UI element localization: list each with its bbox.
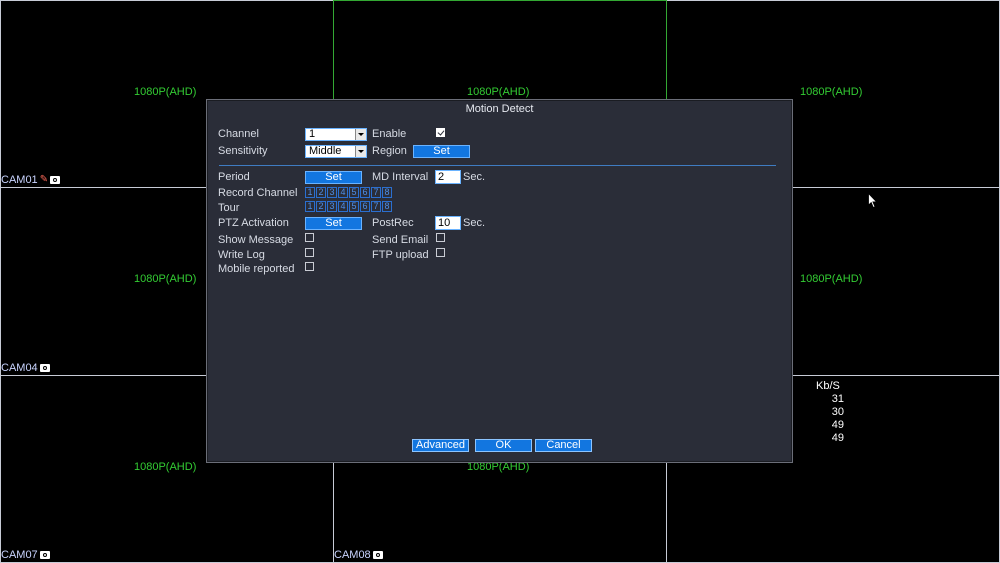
camera-name: CAM07	[1, 549, 50, 561]
bitrate-value: 31	[831, 393, 844, 405]
camera-name-text: CAM01	[1, 174, 38, 186]
record-channel-5[interactable]: 5	[349, 187, 359, 198]
tour-channel-4[interactable]: 4	[338, 201, 348, 212]
ftp-upload-checkbox[interactable]	[436, 248, 445, 257]
camera-resolution: 1080P(AHD)	[134, 273, 197, 285]
tour-channel-6[interactable]: 6	[360, 201, 370, 212]
section-divider	[219, 165, 776, 166]
mouse-cursor-icon	[868, 193, 878, 209]
write-log-checkbox[interactable]	[305, 248, 314, 257]
enable-checkbox[interactable]	[436, 128, 445, 137]
region-label: Region	[372, 145, 407, 157]
chevron-down-icon[interactable]	[355, 146, 366, 157]
record-channel-3[interactable]: 3	[327, 187, 337, 198]
dialog-title: Motion Detect	[465, 103, 534, 115]
period-label: Period	[218, 171, 250, 183]
record-icon	[372, 551, 383, 559]
chevron-down-icon[interactable]	[355, 129, 366, 140]
tour-channel-8[interactable]: 8	[382, 201, 392, 212]
sensitivity-label: Sensitivity	[218, 145, 268, 157]
camera-name-text: CAM07	[1, 549, 38, 561]
show-message-label: Show Message	[218, 234, 294, 246]
ok-button[interactable]: OK	[475, 439, 532, 452]
bitrate-readout: Kb/S 31 30 49 49	[800, 380, 844, 445]
camera-name-text: CAM04	[1, 362, 38, 374]
mobile-reported-label: Mobile reported	[218, 263, 295, 275]
postrec-unit: Sec.	[463, 217, 486, 229]
ptz-activation-label: PTZ Activation	[218, 217, 289, 229]
record-channel-2[interactable]: 2	[316, 187, 326, 198]
camera-resolution: 1080P(AHD)	[800, 273, 863, 285]
record-icon	[39, 364, 50, 372]
camera-resolution: 1080P(AHD)	[134, 86, 197, 98]
sensitivity-select[interactable]: Middle	[305, 145, 367, 158]
tour-channel-5[interactable]: 5	[349, 201, 359, 212]
md-interval-unit: Sec.	[463, 171, 486, 183]
channel-label: Channel	[218, 128, 259, 140]
show-message-checkbox[interactable]	[305, 233, 314, 242]
tour-channel-2[interactable]: 2	[316, 201, 326, 212]
ftp-upload-label: FTP upload	[372, 249, 429, 261]
bitrate-header: Kb/S	[816, 380, 840, 392]
send-email-checkbox[interactable]	[436, 233, 445, 242]
record-channel-7[interactable]: 7	[371, 187, 381, 198]
motion-detect-dialog: Motion Detect Channel 1 Enable Sensitivi…	[206, 99, 793, 463]
write-log-label: Write Log	[218, 249, 265, 261]
camera-name: CAM04	[1, 362, 50, 374]
record-channel-selector: 1 2 3 4 5 6 7 8	[305, 187, 392, 198]
tour-channel-1[interactable]: 1	[305, 201, 315, 212]
send-email-label: Send Email	[372, 234, 429, 246]
enable-label: Enable	[372, 128, 407, 140]
record-channel-label: Record Channel	[218, 187, 298, 199]
record-channel-8[interactable]: 8	[382, 187, 392, 198]
md-interval-label: MD Interval	[372, 171, 429, 183]
postrec-label: PostRec	[372, 217, 414, 229]
camera-resolution: 1080P(AHD)	[800, 86, 863, 98]
advanced-button[interactable]: Advanced	[412, 439, 469, 452]
camera-name-text: CAM08	[334, 549, 371, 561]
tour-channel-selector: 1 2 3 4 5 6 7 8	[305, 201, 392, 212]
period-set-button[interactable]: Set	[305, 171, 362, 184]
motion-alarm-icon: ✎	[39, 174, 49, 185]
tour-channel-7[interactable]: 7	[371, 201, 381, 212]
bitrate-value: 49	[831, 419, 844, 431]
postrec-input[interactable]: 10	[435, 216, 461, 230]
channel-select[interactable]: 1	[305, 128, 367, 141]
md-interval-input[interactable]: 2	[435, 170, 461, 184]
region-set-button[interactable]: Set	[413, 145, 470, 158]
record-icon	[50, 176, 61, 184]
record-channel-1[interactable]: 1	[305, 187, 315, 198]
tour-label: Tour	[218, 202, 240, 214]
record-icon	[39, 551, 50, 559]
channel-select-value: 1	[309, 128, 316, 140]
bitrate-value: 49	[831, 432, 844, 444]
cancel-button[interactable]: Cancel	[535, 439, 592, 452]
mobile-reported-checkbox[interactable]	[305, 262, 314, 271]
ptz-set-button[interactable]: Set	[305, 217, 362, 230]
sensitivity-select-value: Middle	[309, 145, 342, 157]
camera-resolution: 1080P(AHD)	[467, 86, 530, 98]
record-channel-6[interactable]: 6	[360, 187, 370, 198]
camera-name: CAM08	[334, 549, 383, 561]
record-channel-4[interactable]: 4	[338, 187, 348, 198]
bitrate-value: 30	[831, 406, 844, 418]
camera-name: CAM01 ✎	[1, 174, 61, 186]
camera-resolution: 1080P(AHD)	[134, 461, 197, 473]
tour-channel-3[interactable]: 3	[327, 201, 337, 212]
